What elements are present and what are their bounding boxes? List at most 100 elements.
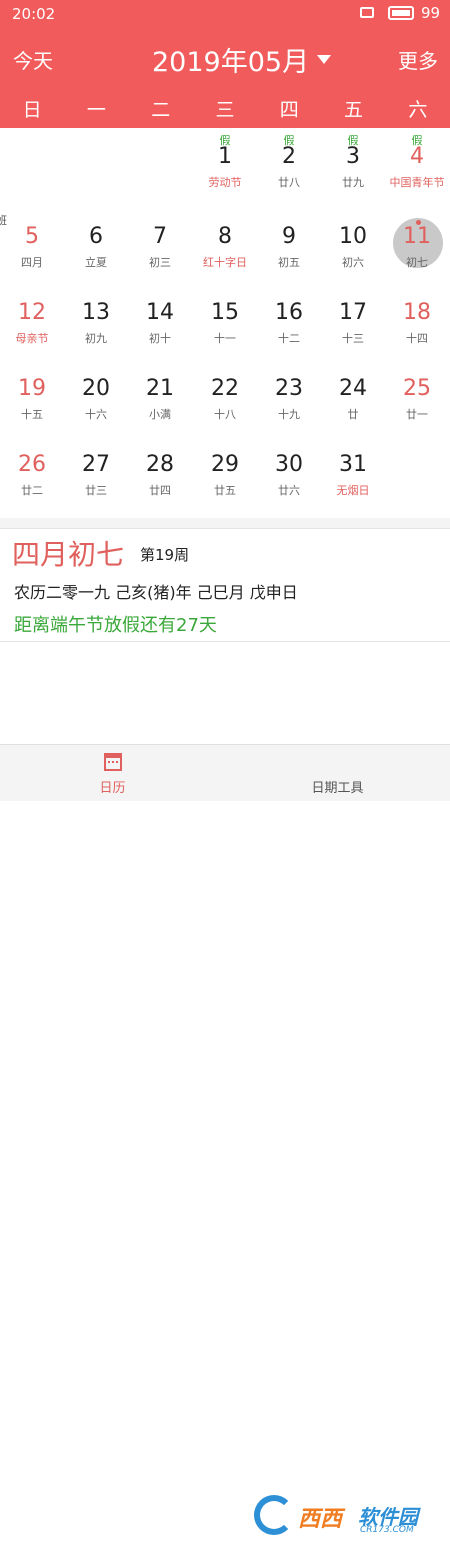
lunar-label: 十五 bbox=[21, 408, 43, 421]
calendar-day-25[interactable]: 25 廿一 bbox=[385, 360, 449, 434]
calendar-week-row: 假 1 劳动节假 2 廿八假 3 廿九假 4 中国青年节 bbox=[0, 128, 450, 202]
lunar-label: 四月 bbox=[21, 256, 43, 269]
calendar-day-12[interactable]: 12 母亲节 bbox=[0, 284, 64, 358]
calendar-empty-cell bbox=[385, 436, 449, 510]
calendar-week-row: 26 廿二 27 廿三 28 廿四 29 廿五 30 廿六 31 无烟日 bbox=[0, 436, 450, 510]
calendar-day-24[interactable]: 24 廿 bbox=[321, 360, 385, 434]
lunar-label: 廿八 bbox=[278, 176, 300, 189]
calendar-day-20[interactable]: 20 十六 bbox=[64, 360, 128, 434]
tab-date-tools[interactable]: 日期工具 bbox=[225, 745, 450, 801]
lunar-label: 红十字日 bbox=[203, 256, 247, 269]
dropdown-arrow-icon bbox=[317, 55, 332, 64]
day-number: 18 bbox=[403, 300, 431, 325]
calendar-day-11[interactable]: 11 初七 bbox=[385, 208, 449, 282]
day-number: 6 bbox=[89, 224, 103, 249]
calendar-day-18[interactable]: 18 十四 bbox=[385, 284, 449, 358]
day-number: 21 bbox=[146, 376, 174, 401]
tab-calendar-label: 日历 bbox=[99, 781, 126, 796]
calendar-icon bbox=[103, 753, 122, 771]
weekday-label: 五 bbox=[344, 99, 364, 121]
calendar-day-23[interactable]: 23 十九 bbox=[257, 360, 321, 434]
calendar-empty-cell bbox=[0, 128, 64, 202]
lunar-label: 母亲节 bbox=[15, 332, 49, 345]
lunar-label: 廿六 bbox=[278, 484, 300, 497]
calendar-day-6[interactable]: 6 立夏 bbox=[64, 208, 128, 282]
watermark-c-icon bbox=[254, 1495, 294, 1535]
lunar-label: 中国青年节 bbox=[389, 176, 445, 189]
day-number: 22 bbox=[211, 376, 239, 401]
day-number: 1 bbox=[218, 144, 232, 169]
day-number: 24 bbox=[339, 376, 367, 401]
calendar-day-5[interactable]: 班 5 四月 bbox=[0, 208, 64, 282]
lunar-label: 初七 bbox=[406, 256, 428, 269]
holiday-countdown: 距离端午节放假还有27天 bbox=[14, 615, 217, 636]
day-number: 31 bbox=[339, 452, 367, 477]
calendar-day-16[interactable]: 16 十二 bbox=[257, 284, 321, 358]
lunar-label: 廿九 bbox=[342, 176, 364, 189]
battery-level: 99 bbox=[421, 4, 441, 22]
day-number: 30 bbox=[275, 452, 303, 477]
day-number: 7 bbox=[153, 224, 167, 249]
calendar-day-26[interactable]: 26 廿二 bbox=[0, 436, 64, 510]
calendar-day-4[interactable]: 假 4 中国青年节 bbox=[385, 128, 449, 202]
today-button[interactable]: 今天 bbox=[13, 45, 53, 74]
day-number: 9 bbox=[282, 224, 296, 249]
calendar-day-8[interactable]: 8 红十字日 bbox=[193, 208, 257, 282]
tab-calendar[interactable]: 日历 bbox=[0, 745, 225, 801]
sim-icon bbox=[360, 7, 374, 18]
lunar-label: 初九 bbox=[85, 332, 107, 345]
day-number: 19 bbox=[18, 376, 46, 401]
day-number: 2 bbox=[282, 144, 296, 169]
calendar-day-2[interactable]: 假 2 廿八 bbox=[257, 128, 321, 202]
calendar-day-28[interactable]: 28 廿四 bbox=[128, 436, 192, 510]
calendar-day-15[interactable]: 15 十一 bbox=[193, 284, 257, 358]
calendar-day-7[interactable]: 7 初三 bbox=[128, 208, 192, 282]
weekday-header: 日 一 二 三 四 五 六 bbox=[0, 92, 450, 128]
lunar-label: 十三 bbox=[342, 332, 364, 345]
app-header: 20:02 99 今天 2019年05月 更多 日 一 二 三 四 五 六 bbox=[0, 0, 450, 128]
lunar-label: 初十 bbox=[149, 332, 171, 345]
day-number: 27 bbox=[82, 452, 110, 477]
day-number: 25 bbox=[403, 376, 431, 401]
calendar-day-22[interactable]: 22 十八 bbox=[193, 360, 257, 434]
weekday-label: 四 bbox=[279, 99, 299, 121]
calendar-day-3[interactable]: 假 3 廿九 bbox=[321, 128, 385, 202]
calendar-day-31[interactable]: 31 无烟日 bbox=[321, 436, 385, 510]
lunar-label: 十六 bbox=[85, 408, 107, 421]
month-selector[interactable]: 2019年05月 bbox=[152, 40, 332, 79]
day-number: 12 bbox=[18, 300, 46, 325]
lunar-label: 廿一 bbox=[406, 408, 428, 421]
week-number: 第19周 bbox=[140, 546, 190, 564]
ganzhi-text: 农历二零一九 己亥(猪)年 己巳月 戊申日 bbox=[14, 583, 298, 602]
day-number: 8 bbox=[218, 224, 232, 249]
calendar-day-1[interactable]: 假 1 劳动节 bbox=[193, 128, 257, 202]
day-number: 3 bbox=[346, 144, 360, 169]
lunar-label: 十九 bbox=[278, 408, 300, 421]
lunar-label: 廿二 bbox=[21, 484, 43, 497]
lunar-label: 廿三 bbox=[85, 484, 107, 497]
calendar-day-30[interactable]: 30 廿六 bbox=[257, 436, 321, 510]
day-number: 13 bbox=[82, 300, 110, 325]
lunar-label: 廿五 bbox=[214, 484, 236, 497]
more-button[interactable]: 更多 bbox=[398, 45, 438, 74]
status-time: 20:02 bbox=[12, 5, 56, 23]
calendar-day-19[interactable]: 19 十五 bbox=[0, 360, 64, 434]
calendar-day-17[interactable]: 17 十三 bbox=[321, 284, 385, 358]
lunar-label: 初五 bbox=[278, 256, 300, 269]
weekday-label: 一 bbox=[86, 99, 106, 121]
day-number: 20 bbox=[82, 376, 110, 401]
weekday-label: 二 bbox=[151, 99, 171, 121]
day-number: 4 bbox=[410, 144, 424, 169]
calendar-day-14[interactable]: 14 初十 bbox=[128, 284, 192, 358]
calendar-empty-cell bbox=[64, 128, 128, 202]
calendar-empty-cell bbox=[128, 128, 192, 202]
day-number: 5 bbox=[25, 224, 39, 249]
calendar-day-9[interactable]: 9 初五 bbox=[257, 208, 321, 282]
calendar-day-29[interactable]: 29 廿五 bbox=[193, 436, 257, 510]
calendar-day-27[interactable]: 27 廿三 bbox=[64, 436, 128, 510]
battery-icon bbox=[388, 6, 414, 20]
calendar-day-10[interactable]: 10 初六 bbox=[321, 208, 385, 282]
calendar-day-21[interactable]: 21 小满 bbox=[128, 360, 192, 434]
calendar-day-13[interactable]: 13 初九 bbox=[64, 284, 128, 358]
lunar-label: 廿 bbox=[347, 408, 359, 421]
